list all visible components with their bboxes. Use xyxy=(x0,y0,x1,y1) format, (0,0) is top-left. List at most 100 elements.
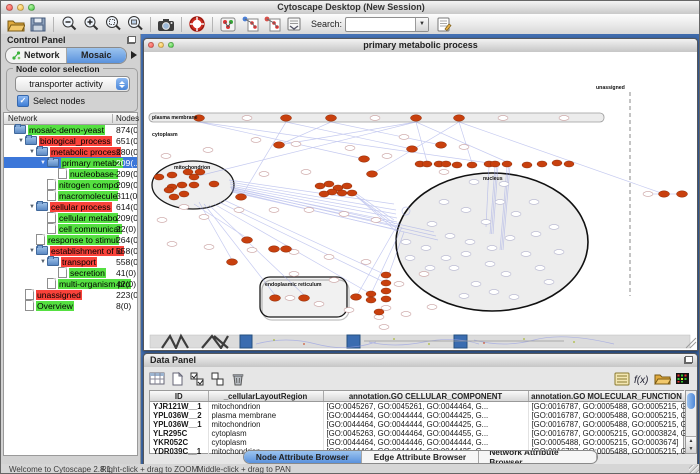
tree-row[interactable]: ▼establishment of lo558(0) xyxy=(4,245,137,256)
select-nodes-label: Select nodes xyxy=(33,96,85,106)
table-row[interactable]: YJR121W__1mitochondrion[GO:0045267, GO:0… xyxy=(150,402,685,412)
search-dropdown-icon[interactable]: ▼ xyxy=(415,18,428,31)
network-file-icon xyxy=(47,190,56,201)
tree-row[interactable]: cell communicat22(0) xyxy=(4,223,137,234)
matrix-icon[interactable] xyxy=(673,371,691,387)
unselect-all-icon[interactable] xyxy=(208,371,226,387)
table-cell[interactable]: mitochondrion xyxy=(208,420,323,429)
float-panel-icon[interactable] xyxy=(127,36,136,44)
table-cell[interactable]: [GO:0016787, GO:0005488, GO:0005215, G..… xyxy=(528,402,685,412)
tree-row[interactable]: nitrogen compo209(0) xyxy=(4,179,137,190)
table-cell[interactable]: [GO:0005488, GO:0005215, GO:0003674] xyxy=(528,438,685,447)
table-cell[interactable]: plasma membrane xyxy=(208,411,323,420)
open-folder-icon[interactable] xyxy=(6,16,26,33)
table-row[interactable]: YPL036W__1mitochondrion[GO:0044464, GO:0… xyxy=(150,420,685,429)
table-cell[interactable]: cytoplasm xyxy=(208,438,323,447)
table-row[interactable]: YKR052Ccytoplasm[GO:0044464, GO:0044446,… xyxy=(150,438,685,447)
help-lifering-icon[interactable] xyxy=(187,16,207,33)
network-view-icon[interactable] xyxy=(240,16,260,33)
snapshot-camera-icon[interactable] xyxy=(156,16,176,33)
float-data-panel-icon[interactable] xyxy=(684,356,693,364)
select-nodes-checkbox[interactable]: ✓ xyxy=(17,95,29,107)
tree-row[interactable]: nucleobase-209(0) xyxy=(4,168,137,179)
tree-row[interactable]: mosaic-demo-yeast874(0) xyxy=(4,124,137,135)
table-cell[interactable]: mitochondrion xyxy=(208,402,323,412)
tree-expand-icon[interactable]: ▼ xyxy=(28,248,36,254)
data-panel-titlebar[interactable]: Data Panel xyxy=(144,354,697,368)
tree-row[interactable]: cellular metabo209(0) xyxy=(4,212,137,223)
table-cell[interactable]: cytoplasm xyxy=(208,429,323,438)
search-input[interactable]: ▼ xyxy=(345,17,429,32)
tree-expand-icon[interactable]: ▼ xyxy=(28,149,36,155)
table-row[interactable]: YLR295Ccytoplasm[GO:0045263, GO:0044464,… xyxy=(150,429,685,438)
tree-row[interactable]: Overview8(0) xyxy=(4,300,137,311)
node-color-dropdown[interactable]: transporter activity xyxy=(15,76,130,92)
table-cell[interactable]: [GO:0045267, GO:0045261, GO:0044464, G..… xyxy=(323,402,528,412)
new-attribute-icon[interactable] xyxy=(168,371,186,387)
delete-attribute-icon[interactable] xyxy=(228,371,246,387)
tab-network[interactable]: Network xyxy=(6,48,67,63)
tree-row[interactable]: ▼cellular process614(0) xyxy=(4,201,137,212)
tree-col-nodes[interactable]: Nodes xyxy=(112,114,139,123)
tab-edge-attribute-browser[interactable]: Edge Attribute Browser xyxy=(362,451,480,463)
zoom-in-icon[interactable] xyxy=(81,16,101,33)
zoom-out-icon[interactable] xyxy=(59,16,79,33)
node-color-dropdown-value: transporter activity xyxy=(16,79,116,89)
import-attributes-icon[interactable] xyxy=(613,371,631,387)
table-cell[interactable]: YLR295C xyxy=(150,429,208,438)
table-cell[interactable]: [GO:0016787, GO:0005488, GO:0005215, G..… xyxy=(528,411,685,420)
network-canvas[interactable]: plasma membrane cytoplasm mitochondrion … xyxy=(144,52,697,350)
select-all-icon[interactable] xyxy=(188,371,206,387)
formula-icon[interactable]: f(x) xyxy=(633,371,651,387)
table-cell[interactable]: YKR052C xyxy=(150,438,208,447)
scrollbar-thumb[interactable] xyxy=(687,393,695,409)
tree-expand-icon[interactable]: ▼ xyxy=(39,259,47,265)
network-window-titlebar[interactable]: primary metabolic process xyxy=(144,39,697,53)
search-field[interactable] xyxy=(346,18,415,31)
tree-row[interactable]: unassigned223(0) xyxy=(4,289,137,300)
zoom-selected-icon[interactable] xyxy=(103,16,123,33)
tree-expand-icon[interactable]: ▼ xyxy=(39,160,47,166)
table-cell[interactable]: YPL036W__1 xyxy=(150,420,208,429)
tab-node-attribute-browser[interactable]: Node Attribute Browser xyxy=(244,451,362,463)
tree-row[interactable]: secretion41(0) xyxy=(4,267,137,278)
table-cell[interactable]: [GO:0044464, GO:0044444, GO:0044425, G..… xyxy=(323,420,528,429)
attribute-table-header[interactable]: ID _cellularLayoutRegion annotation.GO C… xyxy=(150,391,685,402)
tree-row[interactable]: macromolecule311(0) xyxy=(4,190,137,201)
save-icon[interactable] xyxy=(28,16,48,33)
table-cell[interactable]: [GO:0044464, GO:0044444, GO:0044425, G..… xyxy=(323,411,528,420)
attribute-table[interactable]: ID _cellularLayoutRegion annotation.GO C… xyxy=(149,390,684,454)
open-attributes-icon[interactable] xyxy=(653,371,671,387)
control-panel: Control Panel Network Mosaic Node color … xyxy=(1,34,141,464)
tree-row[interactable]: response to stimul264(0) xyxy=(4,234,137,245)
annotation-icon[interactable] xyxy=(434,16,454,33)
tree-row[interactable]: ▼metabolic process280(0) xyxy=(4,146,137,157)
tab-overflow-icon[interactable] xyxy=(131,51,137,59)
data-panel-title: Data Panel xyxy=(150,355,196,365)
table-cell[interactable]: [GO:0045263, GO:0044464, GO:0044455, G..… xyxy=(323,429,528,438)
tab-network-attribute-browser[interactable]: Network Attribute Browser xyxy=(479,451,597,463)
attribute-select-icon[interactable] xyxy=(148,371,166,387)
zoom-fit-icon[interactable] xyxy=(125,16,145,33)
network-edit-icon[interactable] xyxy=(262,16,282,33)
tree-row-label: cellular metabo xyxy=(58,213,118,223)
tree-row[interactable]: ▼primary metabo209(... xyxy=(4,157,137,168)
network-file-icon xyxy=(47,212,56,223)
tree-row[interactable]: ▼biological_process651(0) xyxy=(4,135,137,146)
table-cell[interactable]: [GO:0044464, GO:0044446, GO:0044444, G..… xyxy=(323,438,528,447)
tree-expand-icon[interactable]: ▼ xyxy=(17,138,25,144)
table-cell[interactable]: YPL036W__2 xyxy=(150,411,208,420)
tab-mosaic[interactable]: Mosaic xyxy=(67,48,127,63)
tree-expand-icon[interactable]: ▼ xyxy=(28,204,36,210)
network-import-icon[interactable] xyxy=(218,16,238,33)
window-resize-grip[interactable] xyxy=(689,465,700,474)
vizmap-page-icon[interactable] xyxy=(284,16,304,33)
tree-row[interactable]: multi-organism pro42(0) xyxy=(4,278,137,289)
table-cell[interactable]: [GO:0016787, GO:0005488, GO:0005215, G..… xyxy=(528,420,685,429)
table-scrollbar[interactable]: ▲▼ xyxy=(685,390,697,454)
table-cell[interactable]: [GO:0016787, GO:0005215, GO:0003824, G..… xyxy=(528,429,685,438)
table-cell[interactable]: YJR121W__1 xyxy=(150,402,208,412)
tree-col-network[interactable]: Network xyxy=(8,114,37,123)
table-row[interactable]: YPL036W__2plasma membrane[GO:0044464, GO… xyxy=(150,411,685,420)
tree-row[interactable]: ▼transport558(0) xyxy=(4,256,137,267)
